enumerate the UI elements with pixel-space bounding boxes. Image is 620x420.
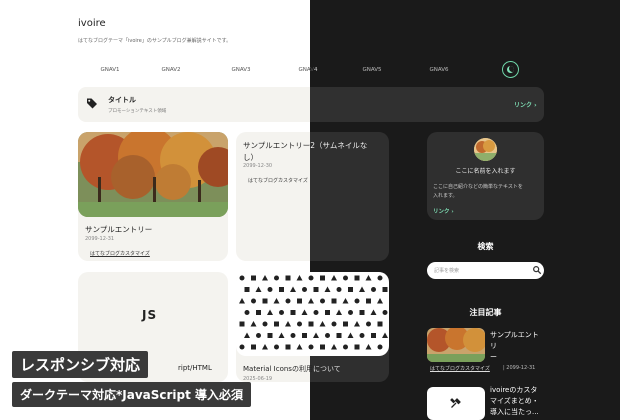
featured-title-2-line3: 導入に当たっ...	[490, 408, 539, 416]
entry-title-2-line1: サンプルエントリー2（サムネイルな	[243, 140, 391, 152]
nav-item-5[interactable]: GNAV5	[342, 67, 402, 73]
entry-date-1: 2099-12-31	[85, 236, 115, 242]
search-placeholder: 記事を検索	[434, 268, 460, 274]
banner-subtitle: プロモーションテキスト領域	[108, 109, 167, 114]
banner-title: タイトル	[108, 96, 136, 104]
entry-title-4[interactable]: Material Iconsの利用について	[243, 364, 341, 374]
featured-title-1-line1: サンプルエントリ	[490, 331, 539, 350]
entry-date-2: 2099-12-30	[243, 163, 273, 169]
promo-banner[interactable]	[78, 87, 544, 122]
featured-thumb-1[interactable]	[427, 328, 485, 362]
featured-date-1-value: 2099-12-31	[506, 365, 536, 371]
nav-item-2[interactable]: GNAV2	[141, 67, 201, 73]
featured-heading: 注目記事	[469, 308, 502, 317]
entry-tag-2[interactable]: はてなブログカスタマイズ	[248, 177, 308, 184]
tag-icon	[87, 98, 97, 109]
search-icon[interactable]	[532, 265, 542, 275]
icon-pattern-thumbnail	[236, 272, 389, 356]
profile-link[interactable]: リンク ›	[433, 207, 454, 215]
entry-title-2[interactable]: サンプルエントリー2（サムネイルな し）	[243, 140, 391, 164]
banner-link[interactable]: リンク ›	[514, 100, 537, 109]
featured-title-1-line2: ー	[490, 353, 497, 361]
profile-desc-line1: ここに自己紹介などの簡単なテキストを	[433, 184, 523, 190]
profile-name: ここに名前を入れます	[455, 168, 516, 175]
entry-title-1[interactable]: サンプルエントリー	[85, 224, 152, 235]
site-description: はてなブログテーマ「ivoire」のサンプルブログ兼解説サイトです。	[78, 38, 232, 44]
caption-responsive: レスポンシブ対応	[12, 351, 149, 378]
profile-desc-line2: 入れます。	[433, 193, 458, 199]
entry-tag-1[interactable]: はてなブログカスタマイズ	[90, 250, 150, 257]
avatar[interactable]	[474, 138, 497, 161]
caption-dark-theme: ダークテーマ対応*JavaScript 導入必須	[12, 382, 252, 407]
dark-mode-toggle[interactable]	[502, 61, 519, 78]
entry-title-3[interactable]: ript/HTML	[178, 364, 212, 372]
js-thumbnail-text: JS	[142, 308, 158, 322]
featured-tag-1[interactable]: はてなブログカスタマイズ	[430, 365, 490, 372]
nav-item-6[interactable]: GNAV6	[409, 67, 469, 73]
moon-icon	[507, 66, 514, 73]
nav-item-4-digit: 4	[314, 67, 318, 73]
site-title[interactable]: ivoire	[78, 18, 106, 29]
tools-icon	[450, 398, 461, 408]
featured-title-1[interactable]: サンプルエントリ ー	[490, 330, 545, 363]
autumn-tree-photo	[78, 132, 228, 217]
nav-item-3[interactable]: GNAV3	[211, 67, 271, 73]
profile-description: ここに自己紹介などの簡単なテキストを 入れます。	[433, 183, 541, 201]
featured-date-1: | 2099-12-31	[503, 365, 536, 371]
featured-title-2[interactable]: ivoireのカスタ マイズまとめ・ 導入に当たっ...	[490, 385, 548, 418]
featured-title-2-line1: ivoireのカスタ	[490, 386, 538, 394]
nav-item-1[interactable]: GNAV1	[80, 67, 140, 73]
search-heading: 検索	[477, 242, 494, 251]
featured-thumb-2[interactable]	[427, 387, 485, 420]
nav-item-4[interactable]: GNAV4	[278, 67, 338, 73]
featured-title-2-line2: マイズまとめ・	[490, 397, 539, 405]
